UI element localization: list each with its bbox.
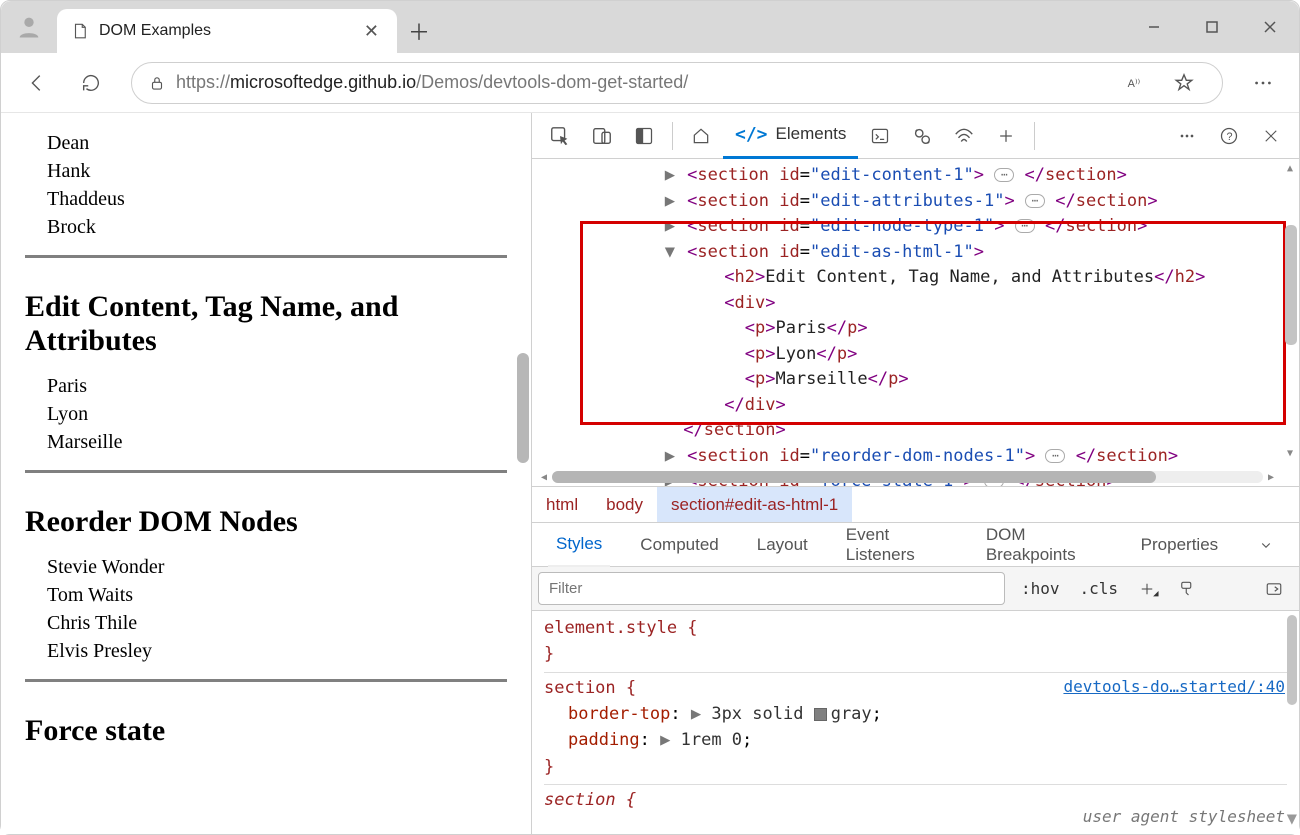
tab-dom-breakpoints[interactable]: DOM Breakpoints (978, 523, 1111, 567)
dom-breadcrumbs: html body section#edit-as-html-1 (532, 487, 1299, 523)
list-item: Marseille (47, 428, 507, 456)
tab-title: DOM Examples (99, 22, 211, 40)
dom-vertical-scrollbar[interactable]: ▲▼ (1283, 161, 1297, 460)
elements-tab[interactable]: </> Elements (723, 113, 858, 159)
tab-event-listeners[interactable]: Event Listeners (838, 523, 956, 567)
window-controls (1125, 1, 1299, 53)
more-button[interactable] (1241, 61, 1285, 105)
paint-icon[interactable] (1168, 567, 1206, 611)
devtools-help-button[interactable]: ? (1209, 116, 1249, 156)
network-tab-icon[interactable] (944, 116, 984, 156)
url-text: https://microsoftedge.github.io/Demos/de… (176, 72, 1104, 93)
minimize-button[interactable] (1125, 1, 1183, 53)
list-item: Tom Waits (47, 581, 507, 609)
refresh-button[interactable] (69, 61, 113, 105)
inspect-icon[interactable] (540, 116, 580, 156)
breadcrumb-item[interactable]: html (532, 487, 592, 522)
toggle-panel-icon[interactable] (1255, 567, 1293, 611)
heading-edit: Edit Content, Tag Name, and Attributes (25, 290, 507, 358)
profile-button[interactable] (1, 1, 57, 53)
styles-filterbar: :hov .cls ◢ (532, 567, 1299, 611)
styles-more-button[interactable] (1248, 525, 1283, 565)
dock-icon[interactable] (624, 116, 664, 156)
svg-text:?: ? (1227, 131, 1233, 143)
color-swatch[interactable] (814, 708, 827, 721)
tab-properties[interactable]: Properties (1133, 523, 1226, 567)
ua-stylesheet-label: user agent stylesheet (1083, 805, 1285, 830)
window-titlebar: DOM Examples ✕ ＋ (1, 1, 1299, 53)
devtools-close-button[interactable] (1251, 116, 1291, 156)
address-bar[interactable]: https://microsoftedge.github.io/Demos/de… (131, 62, 1223, 104)
styles-rules[interactable]: element.style { } section { border-top: … (532, 611, 1299, 834)
browser-tab[interactable]: DOM Examples ✕ (57, 9, 397, 53)
back-button[interactable] (15, 61, 59, 105)
close-button[interactable] (1241, 1, 1299, 53)
page-icon (71, 22, 89, 40)
list-item: Paris (47, 372, 507, 400)
list-item: Brock (47, 213, 507, 241)
hov-toggle[interactable]: :hov (1011, 567, 1070, 611)
heading-reorder: Reorder DOM Nodes (25, 505, 507, 539)
name-list-1: Dean Hank Thaddeus Brock (25, 129, 507, 241)
section-force-state: Force state (25, 679, 507, 748)
new-tab-button[interactable]: ＋ (397, 9, 441, 53)
list-item: Thaddeus (47, 185, 507, 213)
welcome-tab[interactable] (681, 116, 721, 156)
console-tab-icon[interactable] (860, 116, 900, 156)
content-area: Dean Hank Thaddeus Brock Edit Content, T… (1, 113, 1299, 834)
add-tab-button[interactable] (986, 116, 1026, 156)
musicians-list: Stevie Wonder Tom Waits Chris Thile Elvi… (25, 553, 507, 665)
heading-force: Force state (25, 714, 507, 748)
breadcrumb-item[interactable]: body (592, 487, 657, 522)
styles-scrollbar[interactable]: ▲ (1285, 611, 1299, 834)
maximize-button[interactable] (1183, 1, 1241, 53)
new-style-button[interactable]: ◢ (1128, 567, 1168, 611)
breadcrumb-item[interactable]: section#edit-as-html-1 (657, 487, 852, 522)
list-item: Stevie Wonder (47, 553, 507, 581)
styles-tabstrip: Styles Computed Layout Event Listeners D… (532, 523, 1299, 567)
read-aloud-button[interactable]: A⁾⁾ (1114, 61, 1158, 105)
list-item: Chris Thile (47, 609, 507, 637)
source-link[interactable]: devtools-do…started/:40 (1063, 675, 1285, 700)
dom-tree[interactable]: ▶ <section id="edit-content-1"> ⋯ </sect… (532, 159, 1299, 487)
section-reorder: Reorder DOM Nodes Stevie Wonder Tom Wait… (25, 470, 507, 665)
browser-toolbar: https://microsoftedge.github.io/Demos/de… (1, 53, 1299, 113)
tab-computed[interactable]: Computed (632, 523, 726, 567)
list-item: Elvis Presley (47, 637, 507, 665)
user-icon (15, 13, 43, 41)
tab-styles[interactable]: Styles (548, 523, 610, 567)
tab-close-button[interactable]: ✕ (360, 21, 383, 42)
list-item: Lyon (47, 400, 507, 428)
dom-horizontal-scrollbar[interactable]: ◀▶ (536, 470, 1279, 484)
lock-icon (148, 74, 166, 92)
list-item: Hank (47, 157, 507, 185)
devtools-tabstrip: </> Elements ? (532, 113, 1299, 159)
list-item: Dean (47, 129, 507, 157)
svg-text:A⁾⁾: A⁾⁾ (1128, 78, 1141, 90)
sources-tab-icon[interactable] (902, 116, 942, 156)
code-icon: </> (735, 124, 768, 145)
device-toggle-icon[interactable] (582, 116, 622, 156)
rendered-page: Dean Hank Thaddeus Brock Edit Content, T… (1, 113, 531, 834)
cities-list: Paris Lyon Marseille (25, 372, 507, 456)
cls-toggle[interactable]: .cls (1070, 567, 1129, 611)
page-scrollbar[interactable] (511, 113, 529, 834)
styles-filter-input[interactable] (538, 572, 1005, 605)
section-edit-as-html: Edit Content, Tag Name, and Attributes P… (25, 255, 507, 456)
tab-layout[interactable]: Layout (749, 523, 816, 567)
devtools-panel: </> Elements ? ▶ <section id="edit-conte… (531, 113, 1299, 834)
devtools-more-button[interactable] (1167, 116, 1207, 156)
favorite-button[interactable] (1162, 61, 1206, 105)
